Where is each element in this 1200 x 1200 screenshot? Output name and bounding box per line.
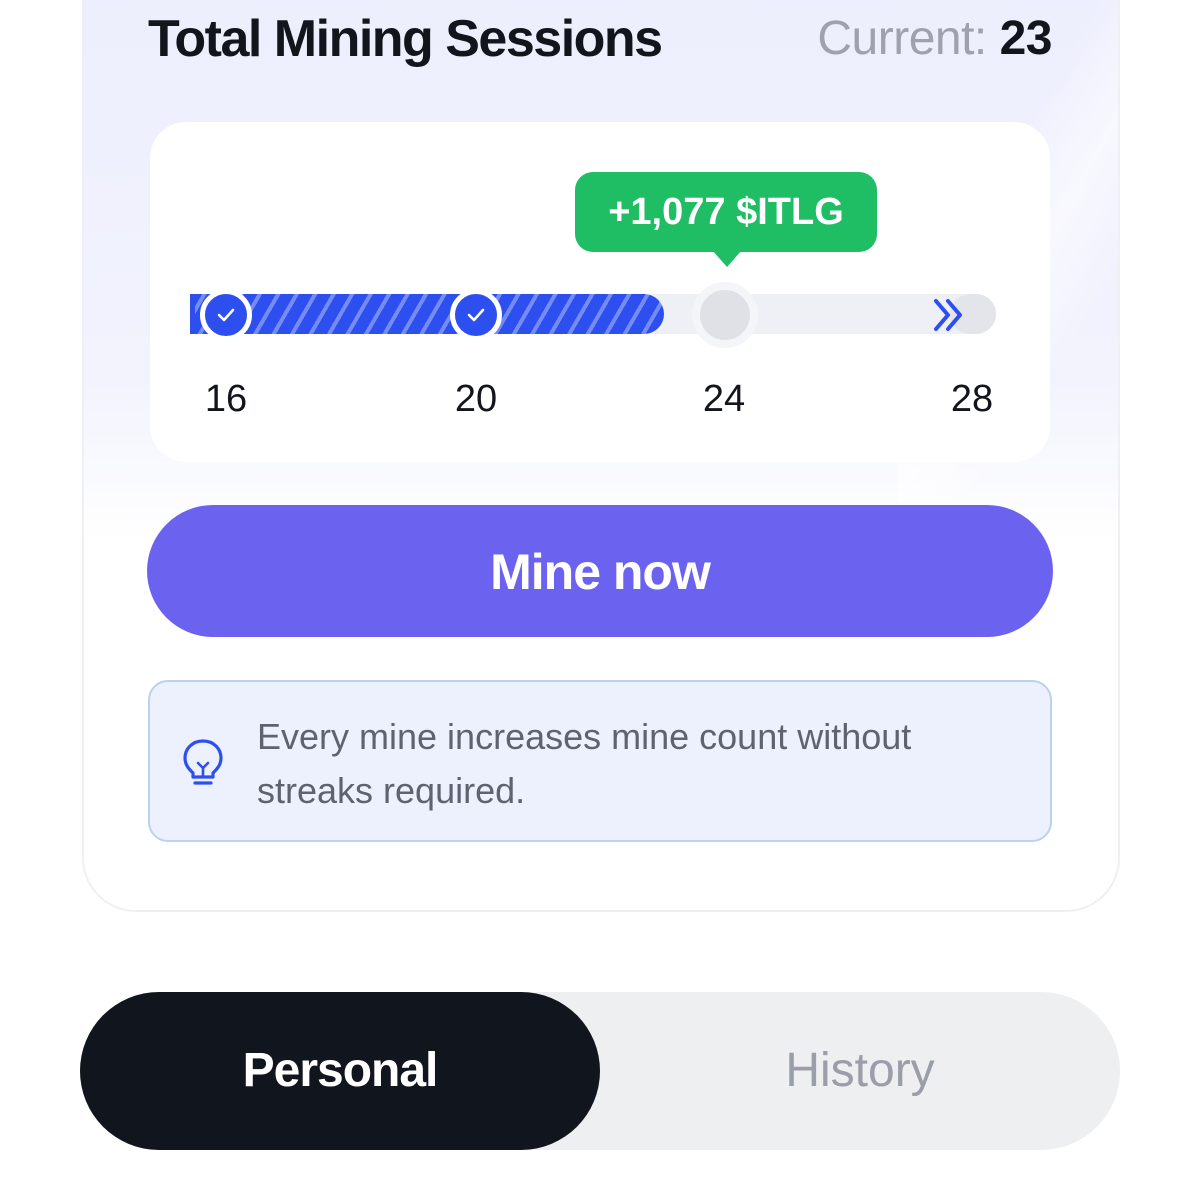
progress-fill-start bbox=[190, 294, 195, 334]
milestone-node-next bbox=[692, 282, 758, 348]
progress-fill bbox=[190, 294, 664, 334]
check-icon bbox=[217, 308, 235, 322]
reward-tooltip: +1,077 $ITLG bbox=[575, 172, 877, 252]
current-label: Current: bbox=[817, 12, 987, 65]
hint-text-line: streaks required. bbox=[257, 770, 526, 811]
mining-page: Total Mining Sessions Current: 23 +1,077… bbox=[0, 0, 1200, 1200]
current-value: 23 bbox=[999, 12, 1053, 65]
hint-text: Every mine increases mine count without … bbox=[257, 710, 1017, 818]
tab-history[interactable]: History bbox=[600, 992, 1120, 1150]
current-count: Current: 23 bbox=[817, 6, 1052, 72]
hint-text-line: Every mine increases mine count without bbox=[257, 716, 912, 757]
tab-personal[interactable]: Personal bbox=[80, 992, 600, 1150]
milestone-label: 28 bbox=[950, 378, 994, 420]
milestone-label: 20 bbox=[454, 378, 498, 420]
milestone-node-completed bbox=[450, 289, 502, 341]
mine-now-button[interactable]: Mine now bbox=[147, 505, 1053, 637]
milestone-label: 24 bbox=[702, 378, 746, 420]
page-title: Total Mining Sessions bbox=[148, 10, 663, 68]
check-icon bbox=[467, 308, 485, 322]
milestone-node-completed bbox=[200, 289, 252, 341]
reward-tooltip-arrow bbox=[712, 250, 742, 267]
double-chevron-right-icon bbox=[934, 299, 962, 331]
milestone-label: 16 bbox=[204, 378, 248, 420]
lightbulb-icon bbox=[183, 739, 223, 785]
